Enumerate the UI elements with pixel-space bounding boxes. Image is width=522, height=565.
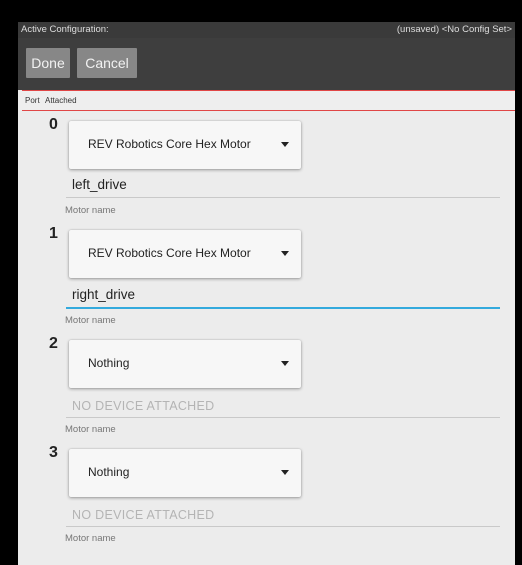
motor-name-hint: Motor name (65, 205, 116, 216)
motor-name-field[interactable]: NO DEVICE ATTACHED (72, 508, 214, 522)
motor-name-underline (66, 197, 500, 198)
attached-column-header: Attached (45, 96, 77, 105)
dropdown-arrow-icon (281, 142, 289, 147)
table-header: Port Attached (18, 91, 515, 110)
done-button[interactable]: Done (26, 48, 70, 78)
device-select[interactable]: Nothing (69, 340, 301, 388)
config-screen: Active Configuration: (unsaved) <No Conf… (18, 22, 515, 565)
motor-name-underline (66, 526, 500, 527)
status-bar: Active Configuration: (unsaved) <No Conf… (18, 22, 515, 38)
port-number: 1 (49, 225, 58, 242)
device-select-value: REV Robotics Core Hex Motor (88, 246, 251, 260)
motor-name-underline-focused (66, 307, 500, 309)
dropdown-arrow-icon (281, 251, 289, 256)
dropdown-arrow-icon (281, 470, 289, 475)
port-number: 2 (49, 335, 58, 352)
dropdown-arrow-icon (281, 361, 289, 366)
config-status: (unsaved) <No Config Set> (396, 24, 512, 35)
port-number: 3 (49, 444, 58, 461)
device-select-value: REV Robotics Core Hex Motor (88, 137, 251, 151)
header-divider-bottom (22, 110, 515, 111)
port-number: 0 (49, 116, 58, 133)
motor-name-underline (66, 417, 500, 418)
motor-name-field[interactable]: NO DEVICE ATTACHED (72, 399, 214, 413)
device-select-value: Nothing (88, 465, 130, 479)
cancel-button[interactable]: Cancel (77, 48, 137, 78)
active-config-title: Active Configuration: (21, 24, 109, 35)
device-select[interactable]: REV Robotics Core Hex Motor (69, 121, 301, 169)
device-select[interactable]: REV Robotics Core Hex Motor (69, 230, 301, 278)
action-bar: Done Cancel (18, 38, 515, 90)
motor-name-hint: Motor name (65, 315, 116, 326)
port-column-header: Port (25, 96, 40, 105)
motor-name-field[interactable]: right_drive (72, 287, 135, 302)
motor-name-hint: Motor name (65, 424, 116, 435)
motor-name-hint: Motor name (65, 533, 116, 544)
device-select[interactable]: Nothing (69, 449, 301, 497)
device-select-value: Nothing (88, 356, 130, 370)
motor-name-field[interactable]: left_drive (72, 177, 127, 192)
